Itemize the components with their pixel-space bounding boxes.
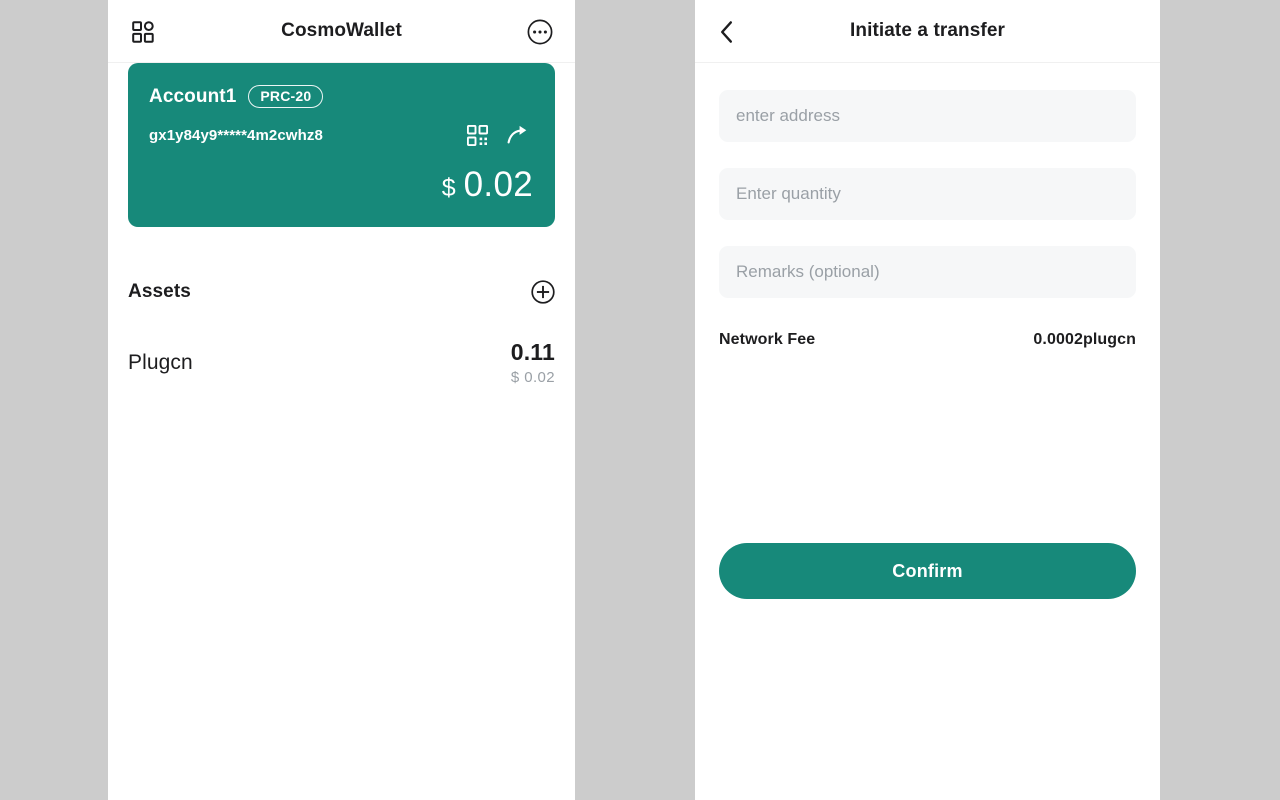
- qr-code-icon[interactable]: [467, 124, 488, 146]
- assets-title: Assets: [128, 281, 191, 302]
- wallet-appbar: CosmoWallet: [108, 0, 575, 63]
- back-button[interactable]: [719, 0, 735, 63]
- more-options-icon: [527, 19, 553, 45]
- balance-amount: 0.02: [463, 165, 533, 204]
- assets-header: Assets: [128, 274, 555, 310]
- grid-apps-button[interactable]: [132, 0, 154, 63]
- asset-values: 0.11 $ 0.02: [510, 339, 555, 386]
- asset-name: Plugcn: [128, 351, 193, 374]
- account-card[interactable]: Account1 PRC-20 gx1y84y9*****4m2cwhz8 $ …: [128, 63, 555, 227]
- list-item[interactable]: Plugcn 0.11 $ 0.02: [128, 335, 555, 391]
- account-address[interactable]: gx1y84y9*****4m2cwhz8: [149, 127, 467, 144]
- confirm-button[interactable]: Confirm: [719, 543, 1136, 599]
- quantity-input[interactable]: [736, 184, 1119, 204]
- balance-currency: $: [441, 174, 456, 202]
- remarks-input[interactable]: [736, 262, 1119, 282]
- quantity-field-wrapper[interactable]: [719, 168, 1136, 220]
- screen: CosmoWallet Account1 PRC-20 gx1y84y9****…: [0, 0, 1280, 800]
- chevron-left-icon: [719, 20, 735, 44]
- account-header: Account1 PRC-20: [149, 85, 533, 108]
- account-balance: $ 0.02: [442, 165, 533, 205]
- asset-amount: 0.11: [510, 339, 555, 366]
- asset-fiat-value: $ 0.02: [510, 368, 555, 386]
- page-title: CosmoWallet: [281, 20, 402, 41]
- account-card-actions: [467, 124, 531, 146]
- address-field-wrapper[interactable]: [719, 90, 1136, 142]
- token-standard-badge: PRC-20: [248, 85, 324, 108]
- grid-apps-icon: [132, 20, 154, 43]
- transfer-panel: Initiate a transfer Network Fee 0.0002pl…: [695, 0, 1160, 800]
- account-address-row: gx1y84y9*****4m2cwhz8: [149, 124, 533, 146]
- network-fee-label: Network Fee: [719, 331, 816, 348]
- share-arrow-icon[interactable]: [507, 124, 531, 146]
- page-title: Initiate a transfer: [849, 20, 1005, 41]
- circle-plus-icon: [531, 280, 555, 304]
- network-fee-row: Network Fee 0.0002plugcn: [719, 331, 1136, 349]
- address-input[interactable]: [736, 106, 1119, 126]
- transfer-appbar: Initiate a transfer: [695, 0, 1160, 63]
- add-asset-button[interactable]: [531, 280, 555, 304]
- transfer-form: Network Fee 0.0002plugcn: [695, 90, 1160, 349]
- more-options-button[interactable]: [527, 0, 553, 63]
- remarks-field-wrapper[interactable]: [719, 246, 1136, 298]
- wallet-panel: CosmoWallet Account1 PRC-20 gx1y84y9****…: [108, 0, 575, 800]
- account-name: Account1: [149, 85, 237, 107]
- network-fee-value: 0.0002plugcn: [1033, 331, 1136, 348]
